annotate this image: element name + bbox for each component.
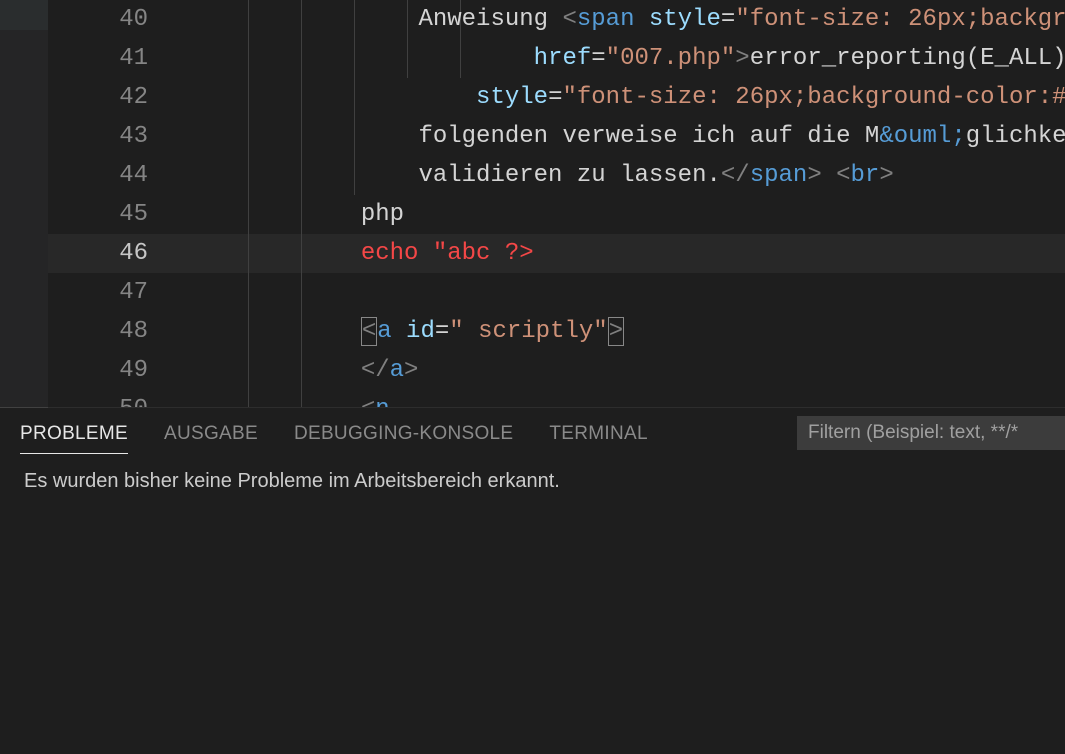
line-number-gutter[interactable]: 4041424344454647484950 bbox=[48, 0, 188, 407]
code-line[interactable]: </a> bbox=[188, 351, 1065, 390]
line-number: 47 bbox=[48, 273, 188, 312]
activity-bar-margin bbox=[0, 0, 48, 407]
code-line[interactable]: folgenden verweise ich auf die M&ouml;gl… bbox=[188, 117, 1065, 156]
line-number: 42 bbox=[48, 78, 188, 117]
line-number: 40 bbox=[48, 0, 188, 39]
line-number: 49 bbox=[48, 351, 188, 390]
code-line[interactable]: href="007.php">error_reporting(E_ALL) bbox=[188, 39, 1065, 78]
line-number: 48 bbox=[48, 312, 188, 351]
line-number: 50 bbox=[48, 390, 188, 407]
line-number: 45 bbox=[48, 195, 188, 234]
code-line[interactable]: echo "abc ?> bbox=[188, 234, 1065, 273]
panel-filter-input[interactable] bbox=[797, 416, 1065, 450]
code-line[interactable]: validieren zu lassen.</span> <br> bbox=[188, 156, 1065, 195]
code-line[interactable]: <a id=" scriptly"> bbox=[188, 312, 1065, 351]
tab-problems[interactable]: PROBLEME bbox=[20, 413, 128, 454]
line-number: 41 bbox=[48, 39, 188, 78]
panel-tab-bar: PROBLEME AUSGABE DEBUGGING-KONSOLE TERMI… bbox=[0, 408, 1065, 458]
code-line[interactable]: style="font-size: 26px;background-color:… bbox=[188, 78, 1065, 117]
code-content[interactable]: Anweisung <span style="font-size: 26px;b… bbox=[188, 0, 1065, 407]
code-line[interactable]: <n bbox=[188, 390, 1065, 407]
line-number: 46 bbox=[48, 234, 188, 273]
editor-area: 4041424344454647484950 Anweisung <span s… bbox=[0, 0, 1065, 407]
code-line[interactable] bbox=[188, 273, 1065, 312]
tab-terminal[interactable]: TERMINAL bbox=[549, 413, 647, 453]
line-number: 43 bbox=[48, 117, 188, 156]
panel-message: Es wurden bisher keine Probleme im Arbei… bbox=[0, 458, 1065, 505]
code-line[interactable]: Anweisung <span style="font-size: 26px;b… bbox=[188, 0, 1065, 39]
code-line[interactable]: php bbox=[188, 195, 1065, 234]
bottom-panel: PROBLEME AUSGABE DEBUGGING-KONSOLE TERMI… bbox=[0, 407, 1065, 754]
tab-output[interactable]: AUSGABE bbox=[164, 413, 258, 453]
line-number: 44 bbox=[48, 156, 188, 195]
tab-debug-console[interactable]: DEBUGGING-KONSOLE bbox=[294, 413, 513, 453]
